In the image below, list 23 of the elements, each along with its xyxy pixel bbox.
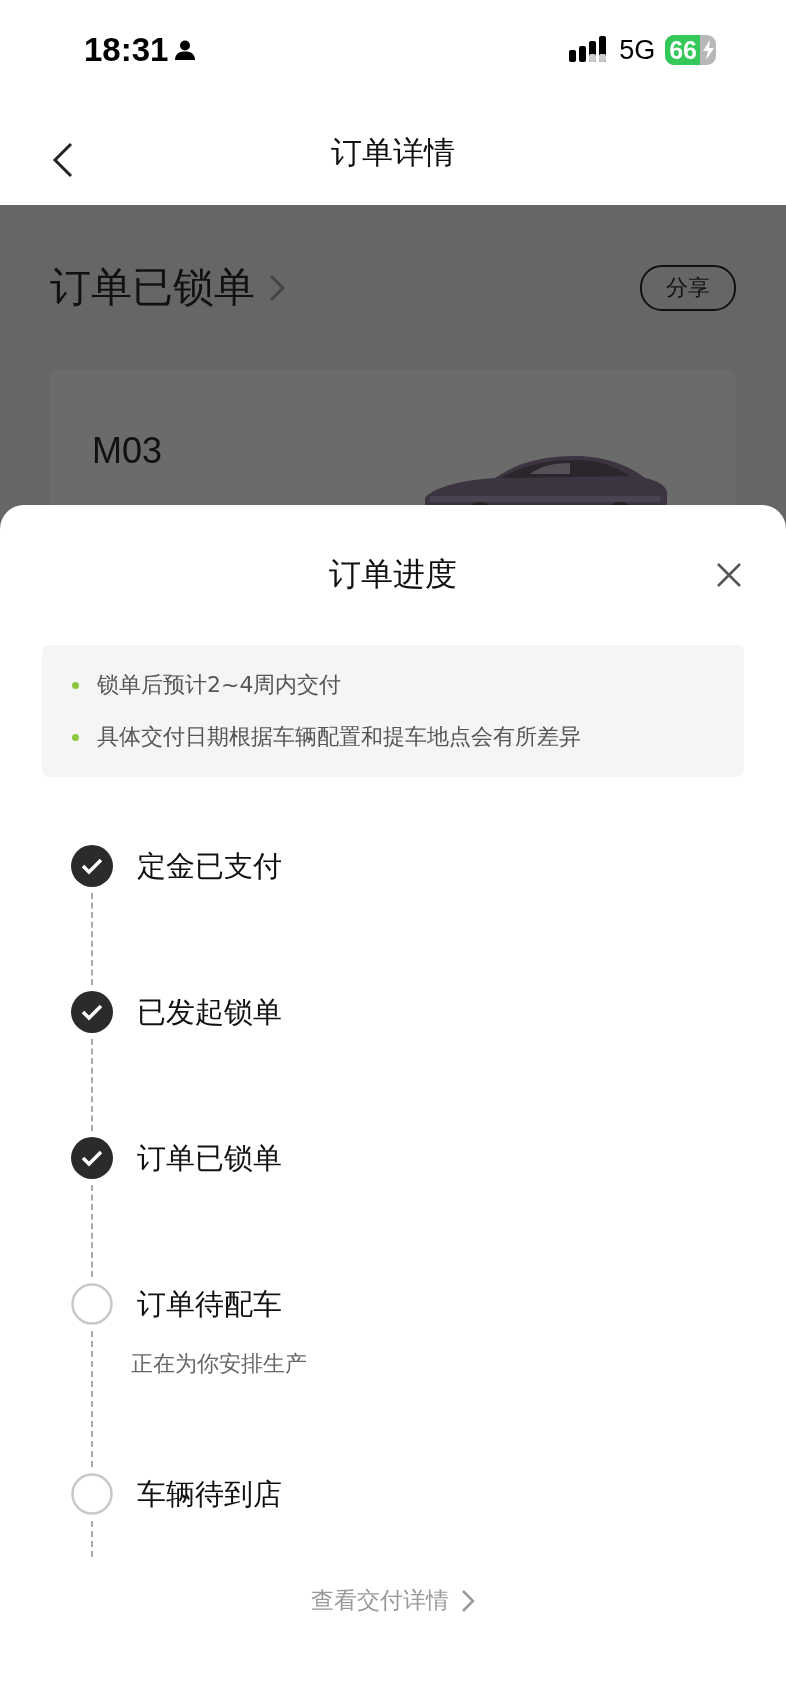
bullet-icon <box>72 681 79 689</box>
share-button[interactable]: 分享 <box>640 264 736 311</box>
battery-indicator: 66 <box>665 35 716 65</box>
order-status[interactable]: 订单已锁单 <box>50 260 255 315</box>
page-title: 订单详情 <box>331 132 455 172</box>
sheet-title: 订单进度 <box>329 554 457 595</box>
person-icon <box>174 39 197 61</box>
step-label: 已发起锁单 <box>137 994 282 1031</box>
car-model: M03 <box>92 430 163 471</box>
network-label: 5G <box>619 34 656 66</box>
step-label: 定金已支付 <box>137 848 282 885</box>
info-note: 锁单后预计2~4周内交付 <box>97 671 342 699</box>
chevron-icon[interactable] <box>461 1588 475 1613</box>
step-label: 车辆待到店 <box>137 1476 282 1513</box>
bullet-icon <box>72 733 79 741</box>
step-label: 订单待配车 <box>137 1286 283 1323</box>
step-label: 订单已锁单 <box>137 1140 282 1177</box>
close-icon[interactable] <box>716 562 742 588</box>
status-time: 18:31 <box>84 31 169 69</box>
step-note: 正在为你安排生产 <box>131 1350 307 1378</box>
delivery-details-link[interactable]: 查看交付详情 <box>311 1585 449 1616</box>
back-icon[interactable] <box>52 142 74 178</box>
info-note: 具体交付日期根据车辆配置和提车地点会有所差异 <box>97 723 581 751</box>
